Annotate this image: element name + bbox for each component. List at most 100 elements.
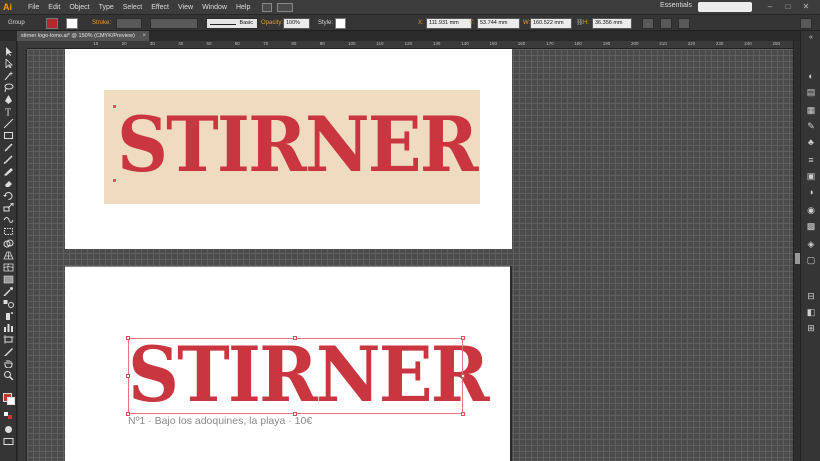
slice-tool-icon[interactable] bbox=[3, 347, 14, 356]
bounding-handle-bottom-right[interactable] bbox=[461, 412, 465, 416]
graphic-style-swatch[interactable] bbox=[335, 18, 346, 29]
bridge-button[interactable] bbox=[262, 2, 273, 12]
pen-tool-icon[interactable] bbox=[3, 95, 14, 104]
magic-wand-tool-icon[interactable] bbox=[3, 71, 14, 80]
transform-button[interactable] bbox=[642, 18, 654, 29]
symbols-panel-icon[interactable]: ♣ bbox=[806, 137, 816, 147]
swatches-panel-icon[interactable]: ▦ bbox=[806, 105, 816, 115]
caption-text[interactable]: Nº1 · Bajo los adoquines, la playa · 10€ bbox=[128, 415, 312, 427]
y-label[interactable]: Y: bbox=[469, 18, 474, 29]
selection-tool-icon[interactable] bbox=[3, 47, 14, 56]
direct-selection-tool-icon[interactable] bbox=[3, 59, 14, 68]
x-label[interactable]: X: bbox=[418, 18, 424, 29]
blob-brush-tool-icon[interactable] bbox=[3, 167, 14, 176]
arrange-documents-button[interactable] bbox=[277, 2, 294, 12]
h-label[interactable]: H: bbox=[583, 18, 589, 29]
stroke-weight-field[interactable] bbox=[116, 18, 142, 29]
transparency-panel-icon[interactable]: ◑ bbox=[806, 187, 816, 197]
stroke-panel-icon[interactable]: ≡ bbox=[806, 155, 816, 165]
horizontal-ruler[interactable]: 10 20 30 40 50 60 70 80 90 100 110 120 130 140 150 160 1… bbox=[27, 41, 793, 49]
bounding-handle-top-left[interactable] bbox=[126, 336, 130, 340]
menu-object[interactable]: Object bbox=[69, 4, 89, 11]
scale-tool-icon[interactable] bbox=[3, 203, 14, 212]
variable-width-field[interactable] bbox=[150, 18, 198, 29]
rotate-tool-icon[interactable] bbox=[3, 191, 14, 200]
fill-color-swatch[interactable] bbox=[46, 18, 58, 29]
isolate-group-button[interactable] bbox=[678, 18, 690, 29]
zoom-tool-icon[interactable] bbox=[3, 371, 14, 380]
eyedropper-tool-icon[interactable] bbox=[3, 287, 14, 296]
align-panel-icon[interactable]: ⊟ bbox=[806, 291, 816, 301]
artboards-panel-icon[interactable]: ▢ bbox=[806, 255, 816, 265]
bounding-handle-right[interactable] bbox=[461, 374, 465, 378]
menu-view[interactable]: View bbox=[178, 4, 193, 11]
warp-tool-icon[interactable] bbox=[3, 215, 14, 224]
menu-edit[interactable]: Edit bbox=[48, 4, 60, 11]
logo-stirner-top[interactable]: STIRNER bbox=[117, 100, 479, 190]
color-guide-icon[interactable]: ▤ bbox=[806, 87, 816, 97]
selection-bounding-box[interactable] bbox=[128, 338, 463, 414]
stroke-label[interactable]: Stroke: bbox=[92, 18, 111, 29]
hand-tool-icon[interactable] bbox=[3, 359, 14, 368]
rectangle-tool-icon[interactable] bbox=[3, 131, 14, 140]
anchor-point[interactable] bbox=[113, 179, 116, 182]
layers-panel-icon[interactable]: ◈ bbox=[806, 239, 816, 249]
paintbrush-tool-icon[interactable] bbox=[3, 143, 14, 152]
ruler-origin[interactable] bbox=[18, 41, 27, 49]
close-button[interactable]: ✕ bbox=[800, 2, 812, 12]
y-input[interactable]: 53.744 mm bbox=[477, 18, 520, 29]
gradient-tool-icon[interactable] bbox=[3, 275, 14, 284]
transform-panel-icon[interactable]: ⊞ bbox=[806, 323, 816, 333]
panel-menu-button[interactable] bbox=[800, 18, 812, 29]
blend-tool-icon[interactable] bbox=[3, 299, 14, 308]
draw-mode-icon[interactable] bbox=[3, 425, 14, 434]
menu-window[interactable]: Window bbox=[202, 4, 227, 11]
stroke-color-swatch[interactable] bbox=[66, 18, 78, 29]
lasso-tool-icon[interactable] bbox=[3, 83, 14, 92]
bounding-handle-top[interactable] bbox=[293, 336, 297, 340]
minimize-button[interactable]: – bbox=[764, 2, 776, 12]
screen-mode-icon[interactable] bbox=[3, 437, 14, 446]
collapse-panels-icon[interactable]: « bbox=[806, 33, 816, 43]
x-input[interactable]: 111.931 mm bbox=[426, 18, 472, 29]
stroke-color-swatch-tools[interactable] bbox=[7, 397, 15, 405]
menu-file[interactable]: File bbox=[28, 4, 39, 11]
brushes-panel-icon[interactable]: ✎ bbox=[806, 121, 816, 131]
search-input[interactable] bbox=[698, 2, 752, 12]
restore-button[interactable]: □ bbox=[782, 2, 794, 12]
align-button[interactable] bbox=[660, 18, 672, 29]
pathfinder-panel-icon[interactable]: ◧ bbox=[806, 307, 816, 317]
opacity-input[interactable]: 100% bbox=[283, 18, 310, 29]
shape-builder-tool-icon[interactable] bbox=[3, 239, 14, 248]
anchor-point[interactable] bbox=[113, 105, 116, 108]
mesh-tool-icon[interactable] bbox=[3, 263, 14, 272]
w-input[interactable]: 160.522 mm bbox=[530, 18, 572, 29]
type-tool-icon[interactable]: T bbox=[3, 107, 14, 117]
eraser-tool-icon[interactable] bbox=[3, 179, 14, 188]
color-panel-icon[interactable]: ◐ bbox=[806, 71, 816, 81]
free-transform-tool-icon[interactable] bbox=[3, 227, 14, 236]
swap-colors-icon[interactable] bbox=[3, 411, 14, 420]
vertical-scrollbar[interactable] bbox=[793, 41, 800, 461]
document-tab[interactable]: stirner logo-lomo.ai* @ 150% (CMYK/Previ… bbox=[17, 31, 149, 41]
brush-definition-field[interactable]: Basic bbox=[206, 18, 258, 29]
bounding-handle-left[interactable] bbox=[126, 374, 130, 378]
menu-help[interactable]: Help bbox=[236, 4, 250, 11]
menu-type[interactable]: Type bbox=[99, 4, 114, 11]
perspective-grid-tool-icon[interactable] bbox=[3, 251, 14, 260]
vertical-ruler[interactable] bbox=[18, 49, 27, 461]
column-graph-tool-icon[interactable] bbox=[3, 323, 14, 332]
h-input[interactable]: 36.356 mm bbox=[592, 18, 632, 29]
close-tab-icon[interactable]: × bbox=[142, 31, 146, 41]
workspace-switcher[interactable]: Essentials bbox=[660, 2, 692, 9]
appearance-panel-icon[interactable]: ◉ bbox=[806, 205, 816, 215]
symbol-sprayer-tool-icon[interactable] bbox=[3, 311, 14, 320]
menu-effect[interactable]: Effect bbox=[151, 4, 169, 11]
opacity-label[interactable]: Opacity: bbox=[261, 18, 283, 29]
gradient-panel-icon[interactable]: ▣ bbox=[806, 171, 816, 181]
pencil-tool-icon[interactable] bbox=[3, 155, 14, 164]
menu-select[interactable]: Select bbox=[123, 4, 142, 11]
graphic-styles-panel-icon[interactable]: ▩ bbox=[806, 221, 816, 231]
canvas[interactable]: STIRNER STIRNER Nº1 · Bajo los adoquines… bbox=[27, 49, 793, 461]
bounding-handle-top-right[interactable] bbox=[461, 336, 465, 340]
